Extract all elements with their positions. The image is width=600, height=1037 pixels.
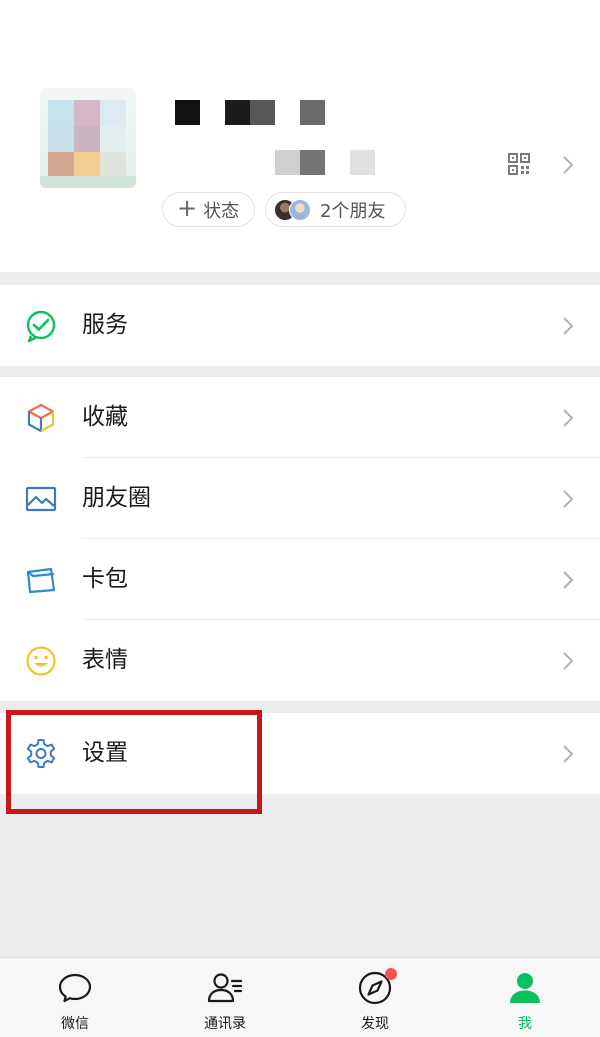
menu-label-cards: 卡包 bbox=[82, 566, 128, 592]
avatar-base bbox=[40, 176, 136, 188]
settings-gear-icon bbox=[26, 739, 56, 768]
menu-item-stickers[interactable]: 表情 bbox=[0, 620, 600, 701]
menu-label-favorites: 收藏 bbox=[82, 404, 128, 430]
service-icon bbox=[26, 310, 56, 343]
avatar[interactable] bbox=[40, 88, 136, 188]
status-label: 状态 bbox=[203, 200, 240, 222]
plus-icon: + bbox=[177, 194, 198, 222]
menu-item-moments[interactable]: 朋友圈 bbox=[0, 458, 600, 539]
chevron-right-icon bbox=[563, 490, 574, 508]
menu-item-service[interactable]: 服务 bbox=[0, 285, 600, 366]
menu-group-service: 服务 bbox=[0, 285, 600, 366]
avatar-image bbox=[48, 100, 126, 178]
menu-label-moments: 朋友圈 bbox=[82, 485, 151, 511]
tab-discover[interactable]: 发现 bbox=[300, 958, 450, 1037]
tab-label: 通讯录 bbox=[204, 1016, 246, 1032]
sticker-smiley-icon bbox=[26, 646, 56, 676]
chat-bubble-icon bbox=[58, 973, 92, 1003]
friend-avatar bbox=[289, 198, 311, 221]
chevron-right-icon bbox=[563, 317, 574, 335]
moments-photo-icon bbox=[25, 486, 57, 512]
menu-label-service: 服务 bbox=[82, 312, 128, 338]
favorites-cube-icon bbox=[27, 403, 55, 433]
profile-header: + 状态 2个朋友 bbox=[0, 0, 600, 272]
tab-chats[interactable]: 微信 bbox=[0, 958, 150, 1037]
menu-label-settings: 设置 bbox=[82, 740, 128, 766]
tab-me[interactable]: 我 bbox=[450, 958, 600, 1037]
chevron-right-icon bbox=[563, 745, 574, 763]
cards-wallet-icon bbox=[26, 567, 56, 594]
menu-item-settings[interactable]: 设置 bbox=[0, 713, 600, 794]
tab-label: 发现 bbox=[361, 1016, 389, 1032]
menu-item-favorites[interactable]: 收藏 bbox=[0, 377, 600, 458]
menu-group-settings: 设置 bbox=[0, 713, 600, 794]
chevron-right-icon bbox=[563, 409, 574, 427]
bottom-tab-bar: 微信 通讯录 发现 我 bbox=[0, 957, 600, 1037]
friends-status-button[interactable]: 2个朋友 bbox=[265, 192, 406, 227]
menu-item-cards[interactable]: 卡包 bbox=[0, 539, 600, 620]
friend-avatars bbox=[274, 198, 314, 221]
profile-chevron-right-icon[interactable] bbox=[562, 155, 574, 175]
tab-label: 微信 bbox=[61, 1016, 89, 1032]
chevron-right-icon bbox=[563, 652, 574, 670]
friends-label: 2个朋友 bbox=[320, 200, 386, 222]
chevron-right-icon bbox=[563, 571, 574, 589]
qr-code-icon[interactable] bbox=[508, 153, 530, 175]
tab-contacts[interactable]: 通讯录 bbox=[150, 958, 300, 1037]
contacts-icon bbox=[207, 973, 243, 1003]
tab-label: 我 bbox=[518, 1016, 532, 1032]
add-status-button[interactable]: + 状态 bbox=[162, 192, 255, 227]
notification-badge bbox=[385, 968, 397, 980]
menu-label-stickers: 表情 bbox=[82, 647, 128, 673]
menu-group-main: 收藏 朋友圈 卡包 表情 bbox=[0, 377, 600, 701]
me-person-icon bbox=[510, 973, 540, 1003]
